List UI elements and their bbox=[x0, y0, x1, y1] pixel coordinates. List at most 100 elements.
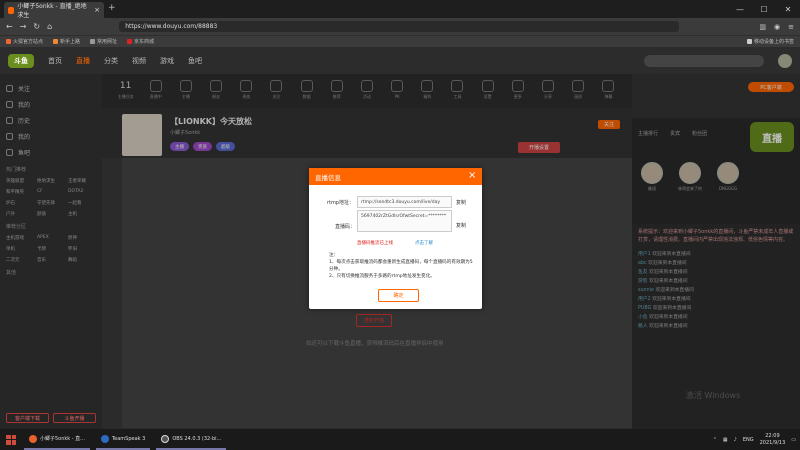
nav-yuba[interactable]: 鱼吧 bbox=[188, 56, 202, 66]
tab-title: 小鲫子5onkk - 直播_绝地求生 bbox=[17, 3, 87, 19]
clock[interactable]: 22:09 2021/9/13 bbox=[760, 433, 786, 447]
taskbar-app-firefox[interactable]: 小鲫子5onkk - 直... bbox=[24, 429, 90, 450]
sidebar-section-title: 推荐分区 bbox=[6, 224, 27, 230]
sidebar-item[interactable]: 我的 bbox=[6, 128, 96, 144]
sidebar-grid-item[interactable]: 单机 bbox=[6, 246, 34, 252]
stream-code-label: 直播码： bbox=[335, 224, 356, 230]
url-text: https://www.douyu.com/88883 bbox=[125, 23, 218, 30]
close-window-icon[interactable]: ✕ bbox=[776, 0, 800, 18]
firefox-icon bbox=[29, 434, 37, 443]
notification-icon[interactable]: ▭ bbox=[791, 437, 796, 443]
sidebar-grid-item[interactable]: 守望先锋 bbox=[37, 200, 65, 206]
obs-icon bbox=[161, 434, 170, 443]
volume-icon[interactable]: ♪ bbox=[734, 437, 737, 443]
tray-chevron-icon[interactable]: ⌃ bbox=[713, 437, 717, 443]
dialog-title: 直播信息 bbox=[309, 168, 482, 185]
sidebar-grid-item[interactable]: DOTA2 bbox=[68, 189, 96, 195]
close-tab-icon[interactable]: × bbox=[94, 6, 100, 14]
user-icon bbox=[6, 132, 13, 140]
video-icon bbox=[6, 100, 13, 108]
sidebar-item[interactable]: 鱼吧 bbox=[6, 144, 96, 160]
stream-info-dialog: 直播信息 × rtmp地址： rtmp://sendtc3.douyu.com/… bbox=[309, 168, 482, 309]
taskbar-app-teamspeak[interactable]: TeamSpeak 3 bbox=[95, 429, 151, 450]
nav-category[interactable]: 分类 bbox=[104, 56, 118, 66]
left-sidebar: 关注 我的 历史 我的 鱼吧 热门推荐 英雄联盟 绝地求生 王者荣耀和平精英 CF DO… bbox=[0, 74, 102, 429]
nav-home[interactable]: 首页 bbox=[48, 56, 62, 66]
douyu-logo[interactable]: 斗鱼 bbox=[8, 53, 34, 68]
home-icon[interactable]: ⌂ bbox=[47, 22, 52, 31]
sidebar-item[interactable]: 关注 bbox=[6, 80, 96, 96]
sidebar-item[interactable]: 历史 bbox=[6, 112, 96, 128]
sidebar-item[interactable]: 我的 bbox=[6, 96, 96, 112]
new-tab-icon[interactable]: + bbox=[108, 3, 116, 13]
menu-icon[interactable]: ≡ bbox=[788, 23, 794, 31]
user-avatar[interactable] bbox=[778, 53, 792, 68]
library-icon[interactable]: ▥ bbox=[759, 23, 766, 31]
browser-tab[interactable]: 小鲫子5onkk - 直播_绝地求生 × bbox=[4, 2, 104, 19]
bookmark-item[interactable]: 火狐官方站点 bbox=[6, 38, 43, 45]
minimize-icon[interactable]: — bbox=[728, 0, 752, 18]
download-client-button[interactable]: 客户端下载 bbox=[6, 413, 49, 423]
reload-icon[interactable]: ↻ bbox=[33, 22, 40, 31]
history-icon bbox=[6, 116, 13, 124]
sidebar-grid-item[interactable]: APEX bbox=[37, 235, 65, 241]
mobile-bookmarks[interactable]: 移动设备上的书签 bbox=[746, 38, 794, 45]
bookmark-item[interactable]: 新手上路 bbox=[53, 38, 80, 45]
windows-taskbar: 小鲫子5onkk - 直... TeamSpeak 3 OBS 24.0.3 (… bbox=[0, 429, 800, 450]
learn-more-link[interactable]: 点击了解 bbox=[415, 240, 433, 246]
sidebar-grid-item[interactable]: 王者荣耀 bbox=[68, 178, 96, 184]
sidebar-grid-item[interactable]: 和平精英 bbox=[6, 189, 34, 195]
window-controls: — ☐ ✕ bbox=[728, 0, 800, 18]
sidebar-grid-item[interactable]: 主机游戏 bbox=[6, 235, 34, 241]
sidebar-grid-item[interactable]: 原神 bbox=[68, 235, 96, 241]
heart-icon bbox=[6, 84, 13, 92]
stream-code-field[interactable]: 5697402rZtGdlsrOfwtSecret=******** bbox=[357, 210, 452, 232]
windows-start-icon[interactable] bbox=[4, 433, 18, 447]
nav-games[interactable]: 游戏 bbox=[160, 56, 174, 66]
taskbar-app-obs[interactable]: OBS 24.0.3 (32-bi... bbox=[156, 429, 227, 450]
search-input[interactable] bbox=[644, 54, 764, 67]
fish-icon bbox=[6, 148, 13, 156]
sidebar-grid-item[interactable]: 舞蹈 bbox=[68, 257, 96, 263]
start-stream-button[interactable]: 斗鱼开播 bbox=[53, 413, 96, 423]
sidebar-grid-item[interactable]: CF bbox=[37, 189, 65, 195]
douyu-favicon-icon bbox=[8, 6, 15, 14]
sidebar-grid-item[interactable]: 一起看 bbox=[68, 200, 96, 206]
sidebar-grid-item[interactable]: 英雄联盟 bbox=[6, 178, 34, 184]
bookmarks-bar: 火狐官方站点 新手上路 常用网址 京东商城 移动设备上的书签 bbox=[0, 35, 800, 47]
sidebar-grid-item[interactable]: 颜值 bbox=[37, 211, 65, 217]
account-icon[interactable]: ◉ bbox=[774, 23, 780, 31]
site-header: 斗鱼 首页 直播 分类 视频 游戏 鱼吧 bbox=[0, 47, 800, 74]
sidebar-grid-item[interactable]: 音乐 bbox=[37, 257, 65, 263]
address-bar[interactable]: https://www.douyu.com/88883 bbox=[119, 21, 680, 32]
confirm-button[interactable]: 确定 bbox=[378, 289, 419, 302]
bookmark-item[interactable]: 常用网址 bbox=[90, 38, 117, 45]
teamspeak-icon bbox=[100, 434, 109, 443]
copy-rtmp-button[interactable]: 复制 bbox=[456, 199, 466, 206]
sidebar-grid-item[interactable]: 二次元 bbox=[6, 257, 34, 263]
maximize-icon[interactable]: ☐ bbox=[752, 0, 776, 18]
code-warning: 直播码推流已上线 bbox=[357, 241, 393, 246]
bookmark-item[interactable]: 京东商城 bbox=[127, 38, 154, 45]
sidebar-grid-item[interactable]: 卡牌 bbox=[37, 246, 65, 252]
sidebar-grid-recommend: 主机游戏 APEX 原神单机 卡牌 怀旧二次元 音乐 舞蹈 bbox=[6, 235, 96, 263]
browser-navbar: ← → ↻ ⌂ https://www.douyu.com/88883 ▥ ◉ … bbox=[0, 18, 800, 35]
language-indicator[interactable]: ENG bbox=[743, 437, 754, 443]
sidebar-section-title: 热门推荐 bbox=[6, 167, 27, 173]
dialog-notes: 注： 1、每次点击获取推流码都会重新生成直播码，每个直播码的有效期为5分钟。 2… bbox=[329, 253, 473, 279]
back-icon[interactable]: ← bbox=[6, 22, 13, 31]
copy-code-button[interactable]: 复制 bbox=[456, 222, 466, 229]
network-icon[interactable]: ▦ bbox=[723, 437, 728, 443]
close-icon[interactable]: × bbox=[468, 170, 476, 181]
rtmp-address-field[interactable]: rtmp://sendtc3.douyu.com/live/day bbox=[357, 196, 452, 208]
sidebar-grid-item[interactable]: 主机 bbox=[68, 211, 96, 217]
sidebar-grid-item[interactable]: 绝地求生 bbox=[37, 178, 65, 184]
browser-tabbar: 小鲫子5onkk - 直播_绝地求生 × + — ☐ ✕ bbox=[0, 0, 800, 19]
system-tray: ⌃ ▦ ♪ ENG 22:09 2021/9/13 ▭ bbox=[713, 433, 796, 447]
nav-video[interactable]: 视频 bbox=[132, 56, 146, 66]
nav-live[interactable]: 直播 bbox=[76, 56, 90, 66]
sidebar-grid-item[interactable]: 怀旧 bbox=[68, 246, 96, 252]
forward-icon[interactable]: → bbox=[20, 22, 27, 31]
sidebar-grid-item[interactable]: 户外 bbox=[6, 211, 34, 217]
sidebar-grid-item[interactable]: 炉石 bbox=[6, 200, 34, 206]
